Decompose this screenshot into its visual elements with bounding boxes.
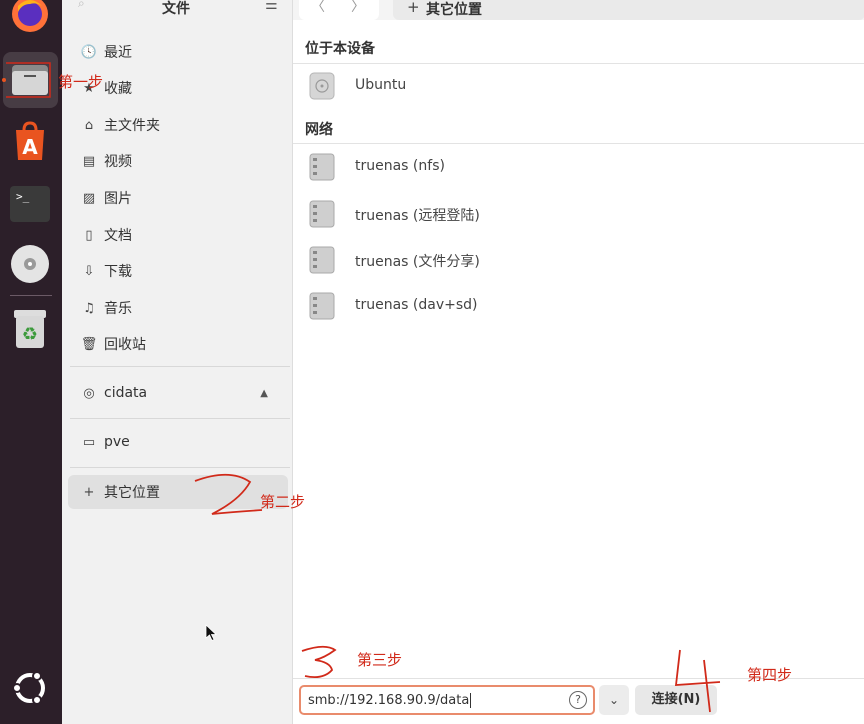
annotation-strokes	[6, 62, 721, 713]
step-two-label: 第二步	[260, 493, 306, 511]
step-one-label: 第一步	[58, 73, 104, 91]
step-three-label: 第三步	[357, 651, 403, 669]
step-four-label: 第四步	[747, 666, 793, 684]
